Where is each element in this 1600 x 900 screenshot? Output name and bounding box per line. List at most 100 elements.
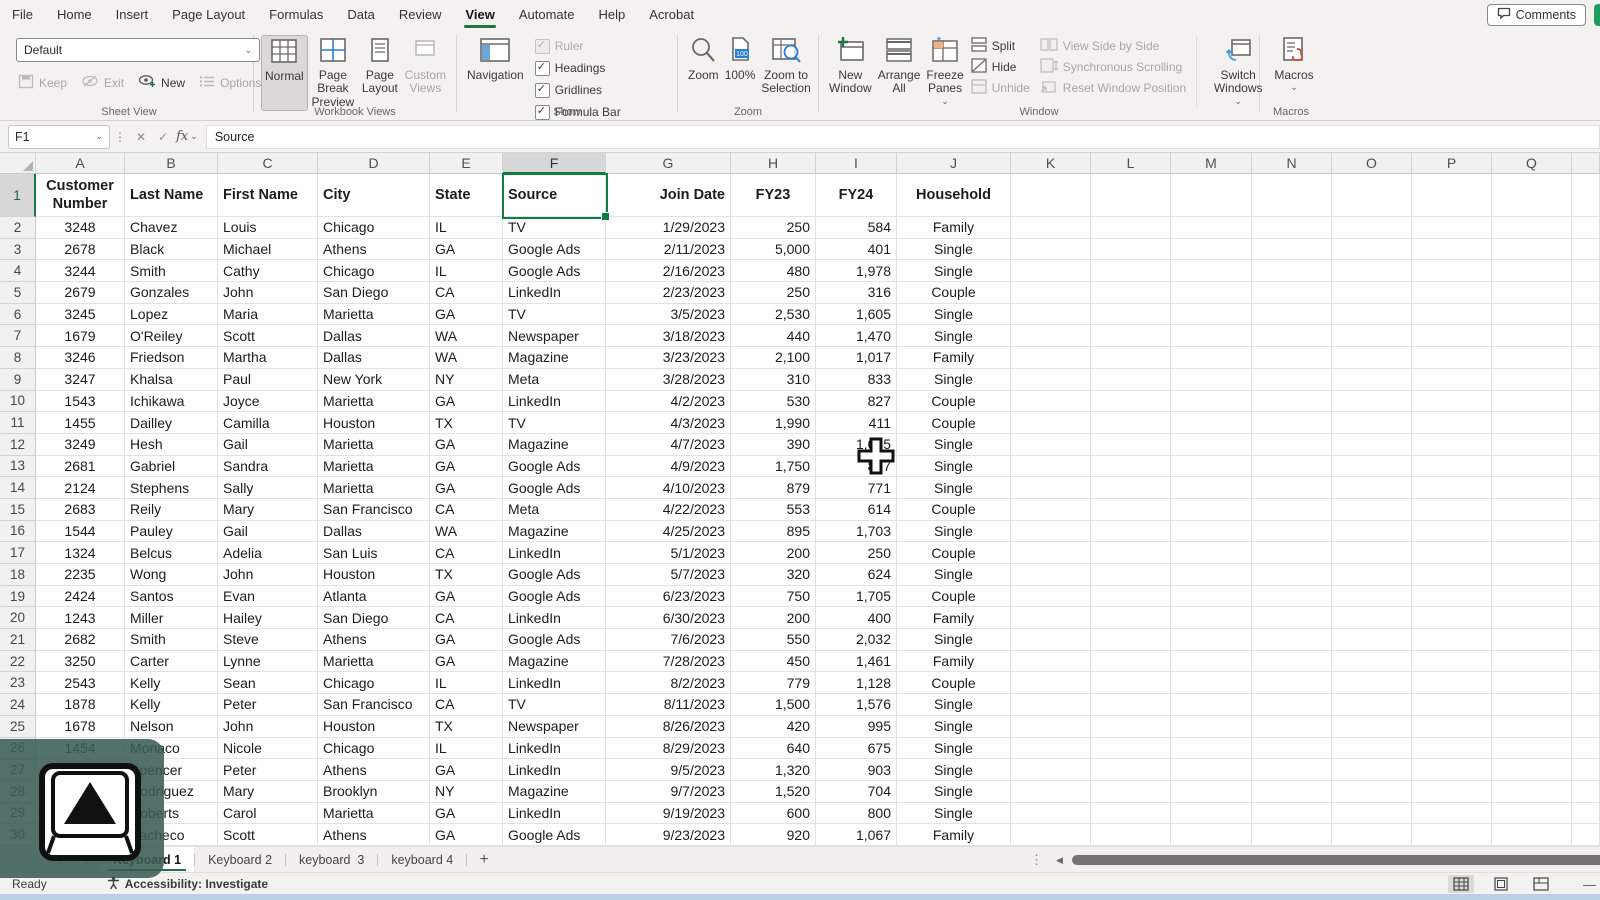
cell-J24[interactable]: Single	[897, 694, 1011, 716]
cell-P5[interactable]	[1412, 282, 1492, 304]
cell-C14[interactable]: Sally	[218, 477, 318, 499]
cell-L19[interactable]	[1091, 586, 1171, 608]
cell-G13[interactable]: 4/9/2023	[606, 456, 731, 478]
cell-I19[interactable]: 1,705	[816, 586, 897, 608]
cell-L21[interactable]	[1091, 629, 1171, 651]
row-header-9[interactable]: 9	[0, 369, 36, 391]
column-header-C[interactable]: C	[218, 153, 318, 174]
cell-N13[interactable]	[1252, 456, 1332, 478]
cell-N6[interactable]	[1252, 304, 1332, 326]
cell-G7[interactable]: 3/18/2023	[606, 325, 731, 347]
cell-N12[interactable]	[1252, 434, 1332, 456]
cell-F1[interactable]: Source	[503, 174, 606, 217]
cell-J28[interactable]: Single	[897, 781, 1011, 803]
cell-H14[interactable]: 879	[731, 477, 816, 499]
cell-J8[interactable]: Family	[897, 347, 1011, 369]
row-header-8[interactable]: 8	[0, 347, 36, 369]
cell-C1[interactable]: First Name	[218, 174, 318, 217]
row-header-20[interactable]: 20	[0, 607, 36, 629]
scrollbar-splitter[interactable]: ⋮	[1030, 847, 1043, 873]
page-break-preview-button[interactable]: Page Break Preview	[308, 35, 358, 111]
cell-G12[interactable]: 4/7/2023	[606, 434, 731, 456]
cell-E21[interactable]: GA	[430, 629, 503, 651]
row-header-15[interactable]: 15	[0, 499, 36, 521]
column-header-O[interactable]: O	[1332, 153, 1412, 174]
cell-Q25[interactable]	[1492, 716, 1572, 738]
cell-K13[interactable]	[1011, 456, 1091, 478]
cell-F5[interactable]: LinkedIn	[503, 282, 606, 304]
cell-L28[interactable]	[1091, 781, 1171, 803]
cell-x30[interactable]	[1572, 824, 1600, 846]
cell-K12[interactable]	[1011, 434, 1091, 456]
cell-A24[interactable]: 1878	[36, 694, 125, 716]
cell-x24[interactable]	[1572, 694, 1600, 716]
cell-F26[interactable]: LinkedIn	[503, 738, 606, 760]
cell-K15[interactable]	[1011, 499, 1091, 521]
cell-F10[interactable]: LinkedIn	[503, 391, 606, 413]
cell-N20[interactable]	[1252, 607, 1332, 629]
cell-L18[interactable]	[1091, 564, 1171, 586]
cell-O18[interactable]	[1332, 564, 1412, 586]
cell-H29[interactable]: 600	[731, 803, 816, 825]
cell-J13[interactable]: Single	[897, 456, 1011, 478]
cell-P12[interactable]	[1412, 434, 1492, 456]
cell-Q14[interactable]	[1492, 477, 1572, 499]
cell-x3[interactable]	[1572, 239, 1600, 261]
cell-H20[interactable]: 200	[731, 607, 816, 629]
cell-M1[interactable]	[1171, 174, 1252, 217]
cell-x12[interactable]	[1572, 434, 1600, 456]
cell-O14[interactable]	[1332, 477, 1412, 499]
cell-P4[interactable]	[1412, 260, 1492, 282]
cell-J11[interactable]: Couple	[897, 412, 1011, 434]
hide-button[interactable]: Hide	[971, 56, 1030, 77]
column-header-G[interactable]: G	[606, 153, 731, 174]
row-header-23[interactable]: 23	[0, 672, 36, 694]
cell-F11[interactable]: TV	[503, 412, 606, 434]
cell-C7[interactable]: Scott	[218, 325, 318, 347]
menu-tab-data[interactable]: Data	[335, 0, 386, 30]
cell-Q23[interactable]	[1492, 672, 1572, 694]
cell-L11[interactable]	[1091, 412, 1171, 434]
cell-O13[interactable]	[1332, 456, 1412, 478]
scroll-left-icon[interactable]: ◀	[1056, 847, 1063, 873]
cell-A11[interactable]: 1455	[36, 412, 125, 434]
cell-K27[interactable]	[1011, 759, 1091, 781]
cell-G28[interactable]: 9/7/2023	[606, 781, 731, 803]
cell-H22[interactable]: 450	[731, 651, 816, 673]
cell-C9[interactable]: Paul	[218, 369, 318, 391]
cell-Q28[interactable]	[1492, 781, 1572, 803]
cell-D17[interactable]: San Luis	[318, 542, 430, 564]
cell-O4[interactable]	[1332, 260, 1412, 282]
cell-Q18[interactable]	[1492, 564, 1572, 586]
cell-C6[interactable]: Maria	[218, 304, 318, 326]
cell-B14[interactable]: Stephens	[125, 477, 218, 499]
cell-O17[interactable]	[1332, 542, 1412, 564]
cell-K20[interactable]	[1011, 607, 1091, 629]
cell-Q13[interactable]	[1492, 456, 1572, 478]
cell-D2[interactable]: Chicago	[318, 217, 430, 239]
cell-J18[interactable]: Single	[897, 564, 1011, 586]
cell-F25[interactable]: Newspaper	[503, 716, 606, 738]
cell-J30[interactable]: Family	[897, 824, 1011, 846]
cell-B23[interactable]: Kelly	[125, 672, 218, 694]
cell-L22[interactable]	[1091, 651, 1171, 673]
cell-J19[interactable]: Couple	[897, 586, 1011, 608]
cell-E23[interactable]: IL	[430, 672, 503, 694]
cell-D1[interactable]: City	[318, 174, 430, 217]
cell-K9[interactable]	[1011, 369, 1091, 391]
cell-O6[interactable]	[1332, 304, 1412, 326]
cell-M12[interactable]	[1171, 434, 1252, 456]
sheet-view-dropdown[interactable]: Default⌄	[16, 38, 260, 62]
cell-K18[interactable]	[1011, 564, 1091, 586]
gridlines-checkbox[interactable]: Gridlines	[535, 79, 675, 101]
cell-B10[interactable]: Ichikawa	[125, 391, 218, 413]
cell-I30[interactable]: 1,067	[816, 824, 897, 846]
cell-x7[interactable]	[1572, 325, 1600, 347]
row-header-19[interactable]: 19	[0, 586, 36, 608]
cell-J25[interactable]: Single	[897, 716, 1011, 738]
cell-K30[interactable]	[1011, 824, 1091, 846]
cell-P19[interactable]	[1412, 586, 1492, 608]
row-header-17[interactable]: 17	[0, 542, 36, 564]
menu-tab-acrobat[interactable]: Acrobat	[637, 0, 706, 30]
cell-D27[interactable]: Athens	[318, 759, 430, 781]
